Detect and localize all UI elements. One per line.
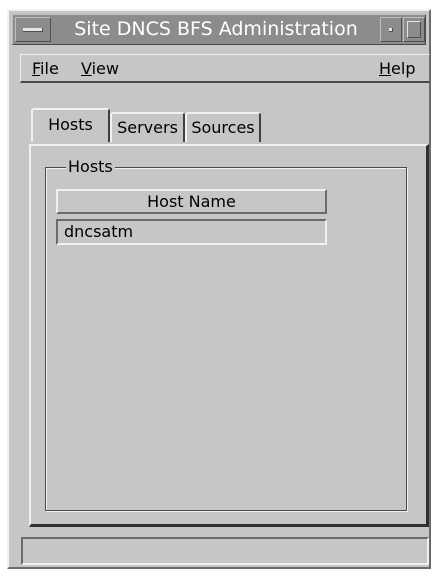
window-menu-icon xyxy=(23,28,43,32)
window-menu-button[interactable] xyxy=(15,17,51,42)
hosts-group: Hosts Host Name dncsatm xyxy=(45,158,407,511)
menu-view-label: iew xyxy=(91,59,119,78)
tab-sources[interactable]: Sources xyxy=(185,112,261,142)
menu-file-label: ile xyxy=(40,59,59,78)
menu-view-mnemonic: V xyxy=(81,59,92,78)
host-row[interactable]: dncsatm xyxy=(56,219,327,245)
minimize-button[interactable] xyxy=(380,17,402,42)
menu-help-label: elp xyxy=(391,59,416,78)
menu-help-mnemonic: H xyxy=(379,59,392,78)
status-bar xyxy=(21,537,429,565)
title-bar[interactable]: Site DNCS BFS Administration xyxy=(12,14,426,45)
host-name-column-header[interactable]: Host Name xyxy=(56,189,327,214)
tab-hosts[interactable]: Hosts xyxy=(31,108,110,142)
window-title: Site DNCS BFS Administration xyxy=(74,18,358,40)
hosts-group-label: Hosts xyxy=(66,157,115,176)
menu-help[interactable]: Help xyxy=(379,59,415,79)
maximize-button[interactable] xyxy=(403,17,425,42)
hosts-tab-panel: Hosts Host Name dncsatm xyxy=(29,144,429,527)
main-window: Site DNCS BFS Administration File View H… xyxy=(7,9,431,569)
menu-bar: File View Help xyxy=(20,54,430,83)
menu-file[interactable]: File xyxy=(32,59,59,79)
tab-servers[interactable]: Servers xyxy=(110,112,185,142)
menu-file-mnemonic: F xyxy=(32,59,41,78)
maximize-icon xyxy=(407,21,421,38)
minimize-icon xyxy=(389,28,393,32)
menu-view[interactable]: View xyxy=(81,59,119,79)
